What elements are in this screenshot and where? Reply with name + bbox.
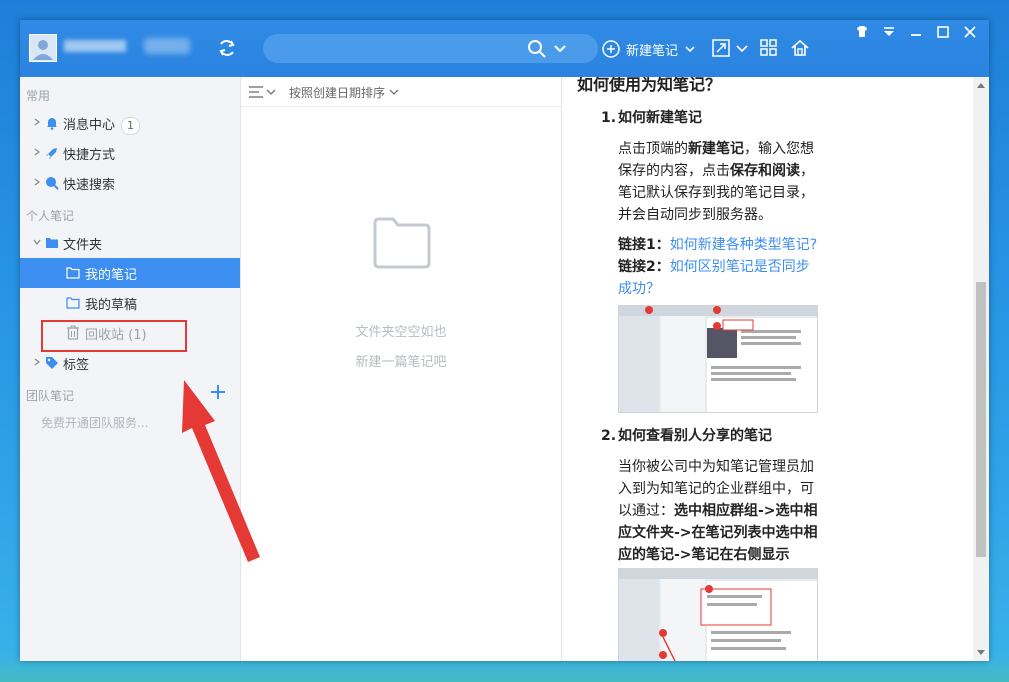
screenshot-thumbnail[interactable]: [618, 568, 818, 661]
screenshot-thumbnail[interactable]: [618, 305, 818, 413]
sidebar-item-label: 我的笔记: [85, 268, 138, 283]
avatar[interactable]: [29, 34, 57, 62]
sort-label: 按照创建日期排序: [289, 86, 386, 100]
sidebar-item-folders[interactable]: 文件夹: [20, 228, 240, 258]
tutorial-screenshot-image: [619, 306, 817, 412]
sidebar-item-label: 消息中心: [63, 118, 116, 133]
menu-down-icon[interactable]: [880, 23, 898, 41]
tutorial-screenshot-image: [619, 569, 817, 661]
chevron-down-icon: [389, 89, 399, 95]
username-blurred: [64, 40, 126, 52]
step-number: 1.: [601, 110, 617, 126]
sidebar-item-quick-search[interactable]: 快速搜索: [20, 168, 240, 198]
section-team: 团队笔记: [26, 389, 75, 403]
search-box[interactable]: [263, 34, 598, 63]
sidebar-item-my-notes[interactable]: 我的笔记: [20, 258, 240, 288]
tag-icon: [46, 357, 58, 369]
step-text: 当你被公司中为知笔记管理员加 入到为知笔记的企业群组中，可 以通过：选中相应群组…: [618, 459, 818, 563]
step-links: 链接1：如何新建各种类型笔记? 链接2：如何区别笔记是否同步 成功？: [618, 237, 818, 297]
title-bar: 新建笔记: [20, 20, 989, 77]
folder-icon: [66, 297, 80, 309]
link-new-note-types[interactable]: 如何新建各种类型笔记?: [670, 237, 817, 253]
sidebar-item-messages[interactable]: 消息中心 1: [20, 108, 240, 138]
expand-icon[interactable]: [711, 38, 731, 58]
skin-icon[interactable]: [853, 23, 871, 41]
note-content: 如何使用为知笔记？ 1. 如何新建笔记 点击顶端的新建笔记，输入您想 保存的内容…: [562, 77, 973, 661]
section-common: 常用: [26, 89, 51, 103]
chevron-down-icon[interactable]: [735, 38, 749, 58]
scrollbar[interactable]: [973, 77, 989, 661]
section-personal: 个人笔记: [26, 209, 75, 223]
rocket-icon: [46, 148, 57, 159]
sync-icon[interactable]: [216, 37, 238, 59]
minimize-icon[interactable]: [907, 23, 925, 41]
chevron-right-icon[interactable]: [32, 117, 42, 127]
scroll-down-icon[interactable]: [976, 649, 986, 657]
list-header: 按照创建日期排序: [241, 77, 561, 107]
sidebar-item-drafts[interactable]: 我的草稿: [20, 288, 240, 318]
app-window: 新建笔记 常用 消息中心 1 快捷方式 快速搜索 个人笔记 文件夹 我的笔记 我…: [20, 20, 989, 661]
step-number: 2.: [601, 428, 617, 444]
step-text: 点击顶端的新建笔记，输入您想 保存的内容，点击保存和阅读， 笔记默认保存到我的笔…: [618, 141, 814, 223]
sidebar-item-label: 快速搜索: [63, 178, 116, 193]
account-blurred: [144, 38, 190, 54]
home-icon[interactable]: [790, 38, 810, 58]
scrollbar-thumb[interactable]: [976, 282, 986, 557]
grid-icon[interactable]: [759, 38, 779, 58]
bell-icon: [47, 118, 57, 130]
sidebar-item-shortcuts[interactable]: 快捷方式: [20, 138, 240, 168]
message-count-badge: 1: [121, 117, 141, 135]
chevron-down-icon[interactable]: [32, 237, 42, 247]
close-icon[interactable]: [961, 23, 979, 41]
sidebar-item-label: 我的草稿: [85, 298, 138, 313]
scroll-up-icon[interactable]: [976, 81, 986, 89]
chevron-right-icon[interactable]: [32, 357, 42, 367]
doc-heading: 如何使用为知笔记？: [577, 77, 722, 94]
team-service-link[interactable]: 免费开通团队服务...: [41, 414, 148, 431]
search-icon[interactable]: [527, 39, 547, 59]
empty-folder-icon: [373, 217, 431, 269]
folder-icon: [66, 267, 80, 279]
step-title: 如何查看别人分享的笔记: [618, 428, 772, 444]
chevron-right-icon[interactable]: [32, 177, 42, 187]
sidebar-item-label: 文件夹: [63, 238, 103, 253]
search-icon: [46, 177, 59, 190]
search-input[interactable]: [277, 38, 521, 60]
list-view-icon[interactable]: [249, 85, 277, 99]
plus-circle-icon: [602, 40, 620, 58]
chevron-right-icon[interactable]: [32, 147, 42, 157]
sort-dropdown[interactable]: 按照创建日期排序: [289, 84, 399, 101]
empty-hint: 新建一篇笔记吧: [355, 355, 447, 370]
sidebar-item-label: 标签: [63, 358, 90, 373]
chevron-down-icon[interactable]: [553, 42, 567, 56]
new-note-label: 新建笔记: [626, 43, 679, 59]
annotation-arrow: [182, 380, 260, 562]
sidebar-item-label: 快捷方式: [63, 148, 116, 163]
new-note-button[interactable]: 新建笔记: [602, 38, 696, 60]
user-icon: [33, 40, 53, 60]
folder-icon: [46, 238, 58, 248]
chevron-down-icon[interactable]: [684, 43, 696, 55]
sidebar-item-tags[interactable]: 标签: [20, 348, 240, 378]
empty-message: 文件夹空空如也: [355, 325, 447, 340]
step-title: 如何新建笔记: [618, 110, 702, 126]
maximize-icon[interactable]: [934, 23, 952, 41]
